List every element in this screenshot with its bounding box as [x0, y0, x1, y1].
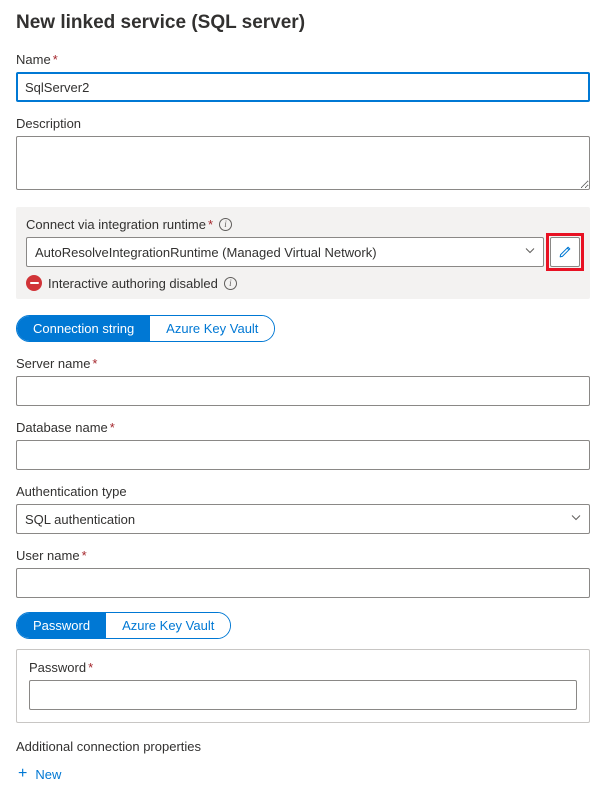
info-icon[interactable] [219, 218, 232, 231]
user-label-text: User name [16, 548, 80, 563]
tab-password-akv[interactable]: Azure Key Vault [106, 613, 230, 638]
auth-select[interactable]: SQL authentication [16, 504, 590, 534]
info-icon[interactable] [224, 277, 237, 290]
runtime-label: Connect via integration runtime* [26, 217, 213, 232]
name-label: Name* [16, 52, 590, 67]
user-field: User name* [16, 548, 590, 598]
server-label-text: Server name [16, 356, 90, 371]
password-label: Password* [29, 660, 577, 675]
password-input[interactable] [29, 680, 577, 710]
required-asterisk: * [88, 660, 93, 675]
description-input[interactable] [16, 136, 590, 190]
database-label: Database name* [16, 420, 590, 435]
password-box: Password* [16, 649, 590, 723]
server-field: Server name* [16, 356, 590, 406]
required-asterisk: * [82, 548, 87, 563]
runtime-select[interactable]: AutoResolveIntegrationRuntime (Managed V… [26, 237, 544, 267]
tab-azure-key-vault[interactable]: Azure Key Vault [150, 316, 274, 341]
plus-icon: + [18, 766, 27, 782]
connection-mode-tabs: Connection string Azure Key Vault [16, 315, 275, 342]
name-label-text: Name [16, 52, 51, 67]
user-label: User name* [16, 548, 590, 563]
new-label: New [35, 767, 61, 782]
tab-connection-string[interactable]: Connection string [17, 316, 150, 341]
database-label-text: Database name [16, 420, 108, 435]
server-input[interactable] [16, 376, 590, 406]
description-label: Description [16, 116, 590, 131]
required-asterisk: * [53, 52, 58, 67]
server-label: Server name* [16, 356, 590, 371]
name-field: Name* [16, 52, 590, 102]
name-input[interactable] [16, 72, 590, 102]
edit-runtime-button[interactable] [550, 237, 580, 267]
blocked-icon [26, 275, 42, 291]
additional-props-label: Additional connection properties [16, 739, 590, 754]
page-title: New linked service (SQL server) [16, 12, 590, 34]
tab-password[interactable]: Password [17, 613, 106, 638]
description-field: Description [16, 116, 590, 193]
database-input[interactable] [16, 440, 590, 470]
auth-field: Authentication type SQL authentication [16, 484, 590, 534]
pencil-icon [558, 245, 572, 259]
required-asterisk: * [208, 217, 213, 232]
required-asterisk: * [110, 420, 115, 435]
runtime-label-text: Connect via integration runtime [26, 217, 206, 232]
add-property-button[interactable]: + New [16, 762, 63, 786]
database-field: Database name* [16, 420, 590, 470]
runtime-status: Interactive authoring disabled [48, 276, 218, 291]
password-label-text: Password [29, 660, 86, 675]
password-mode-tabs: Password Azure Key Vault [16, 612, 231, 639]
user-input[interactable] [16, 568, 590, 598]
auth-label: Authentication type [16, 484, 590, 499]
required-asterisk: * [92, 356, 97, 371]
runtime-section: Connect via integration runtime* AutoRes… [16, 207, 590, 299]
